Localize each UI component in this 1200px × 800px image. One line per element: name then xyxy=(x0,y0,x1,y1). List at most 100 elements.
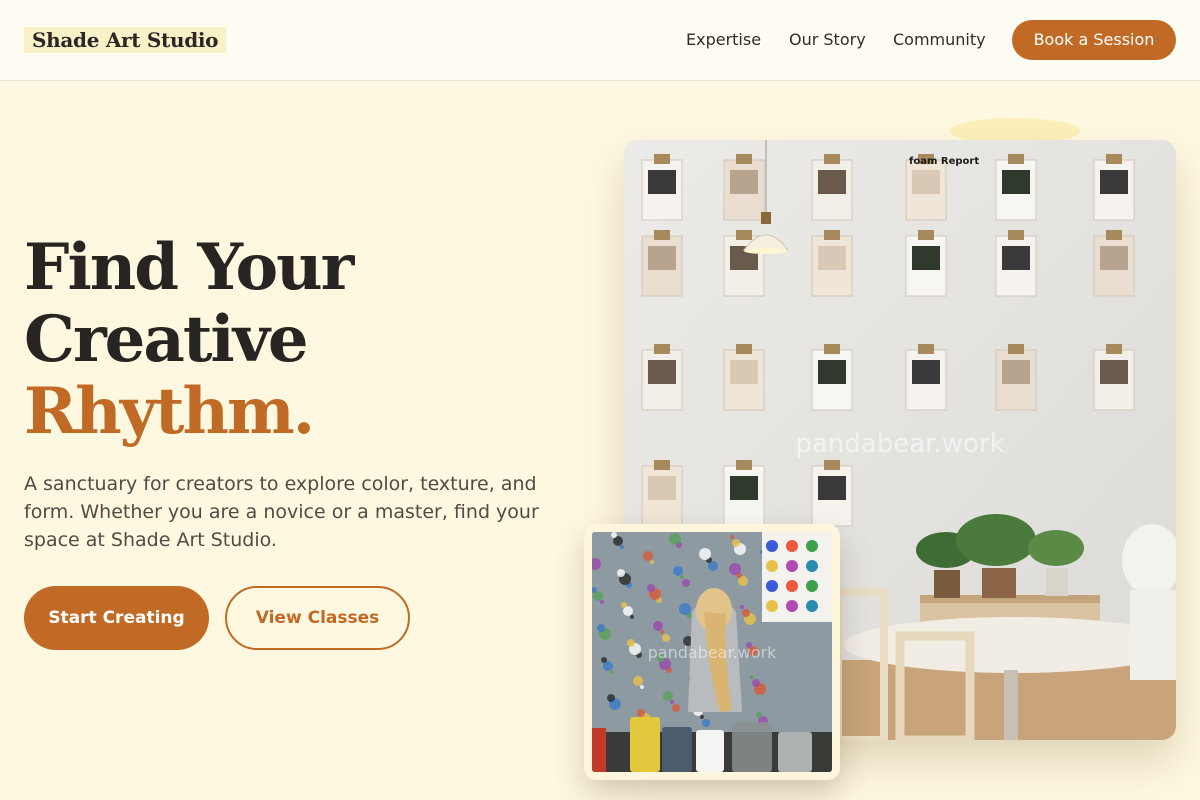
paint-splatter xyxy=(700,715,704,719)
paint-splatter xyxy=(643,551,653,561)
paint-splatter xyxy=(756,712,762,718)
paint-splatter xyxy=(640,685,644,689)
clip xyxy=(918,230,934,240)
book-session-button[interactable]: Book a Session xyxy=(1012,20,1176,60)
clip xyxy=(824,460,840,470)
paint-dot xyxy=(786,540,798,552)
paint-splatter xyxy=(672,704,680,712)
clip xyxy=(736,230,752,240)
painting-photo-card: pandabear.work xyxy=(584,524,840,780)
paint-splatter xyxy=(740,605,744,609)
paint-splatter xyxy=(669,533,681,545)
paint-splatter xyxy=(729,563,741,575)
magazine-title: foam Report xyxy=(909,156,979,167)
print-image xyxy=(1100,360,1128,384)
print-image xyxy=(912,170,940,194)
clip xyxy=(824,230,840,240)
clip xyxy=(824,154,840,164)
view-classes-button[interactable]: View Classes xyxy=(225,586,410,650)
paint-splatter xyxy=(607,694,615,702)
paint-splatter xyxy=(680,575,684,579)
print-image xyxy=(648,246,676,270)
paint-dot xyxy=(766,580,778,592)
child-painting-photo: pandabear.work xyxy=(592,532,832,772)
paint-splatter xyxy=(601,657,607,663)
print-image xyxy=(1100,170,1128,194)
paint-splatter xyxy=(637,709,645,717)
paint-splatter xyxy=(610,670,614,674)
paint-splatter xyxy=(630,615,634,619)
clip xyxy=(654,344,670,354)
paint-splatter xyxy=(732,539,740,547)
paint-splatter xyxy=(660,630,664,634)
paint-splatter xyxy=(742,609,750,617)
paint-dot xyxy=(806,540,818,552)
paint-splatter xyxy=(633,676,643,686)
print-image xyxy=(730,360,758,384)
paint-splatter xyxy=(653,621,663,631)
paint-splatter xyxy=(620,545,624,549)
clip xyxy=(918,344,934,354)
paint-splatter xyxy=(673,566,683,576)
clip xyxy=(1008,344,1024,354)
clip xyxy=(736,460,752,470)
clip xyxy=(654,230,670,240)
paint-dot xyxy=(806,580,818,592)
paint-splatter xyxy=(750,675,754,679)
paint-dot xyxy=(786,580,798,592)
clip xyxy=(736,154,752,164)
print-image xyxy=(1100,246,1128,270)
hero-description: A sanctuary for creators to explore colo… xyxy=(24,473,539,551)
site-header: Shade Art Studio Expertise Our Story Com… xyxy=(0,0,1200,81)
clip xyxy=(736,344,752,354)
headline-line-2: Creative xyxy=(24,302,309,377)
paint-splatter xyxy=(647,584,655,592)
paint-splatter xyxy=(611,532,617,538)
clip xyxy=(824,344,840,354)
print-image xyxy=(912,360,940,384)
headline-line-1: Find Your xyxy=(24,230,354,305)
hero-headline: Find Your Creative Rhythm. xyxy=(24,230,354,449)
paint-splatter xyxy=(752,679,760,687)
paint-splatter xyxy=(670,700,674,704)
print-image xyxy=(648,170,676,194)
paint-dot xyxy=(786,560,798,572)
paint-dot xyxy=(766,600,778,612)
paint-splatter xyxy=(597,624,605,632)
nav-link-community[interactable]: Community xyxy=(893,30,986,50)
small-watermark: pandabear.work xyxy=(648,643,778,662)
paint-splatter xyxy=(627,639,635,647)
clip xyxy=(1106,344,1122,354)
print-image xyxy=(1002,360,1030,384)
paint-splatter xyxy=(621,602,627,608)
clip xyxy=(1008,154,1024,164)
site-logo[interactable]: Shade Art Studio xyxy=(24,27,227,53)
paint-splatter xyxy=(600,600,604,604)
clip xyxy=(1008,230,1024,240)
paint-splatter xyxy=(662,634,670,642)
print-image xyxy=(818,170,846,194)
main-watermark: pandabear.work xyxy=(795,429,1004,459)
painting-illustration: pandabear.work xyxy=(592,532,832,772)
clip xyxy=(654,460,670,470)
nav-link-expertise[interactable]: Expertise xyxy=(686,30,761,50)
print-image xyxy=(1002,170,1030,194)
paint-splatter xyxy=(617,569,625,577)
print-image xyxy=(912,246,940,270)
clip xyxy=(654,154,670,164)
clip xyxy=(1106,154,1122,164)
print-image xyxy=(730,476,758,500)
paint-splatter xyxy=(702,719,710,727)
print-image xyxy=(730,170,758,194)
print-image xyxy=(818,360,846,384)
headline-accent: Rhythm. xyxy=(24,374,315,449)
clip xyxy=(1106,230,1122,240)
nav-link-our-story[interactable]: Our Story xyxy=(789,30,866,50)
print-image xyxy=(648,360,676,384)
paint-splatter xyxy=(679,603,691,615)
paint-splatter xyxy=(730,535,734,539)
paint-dot xyxy=(786,600,798,612)
paint-dot xyxy=(806,600,818,612)
print-image xyxy=(648,476,676,500)
start-creating-button[interactable]: Start Creating xyxy=(24,586,209,650)
